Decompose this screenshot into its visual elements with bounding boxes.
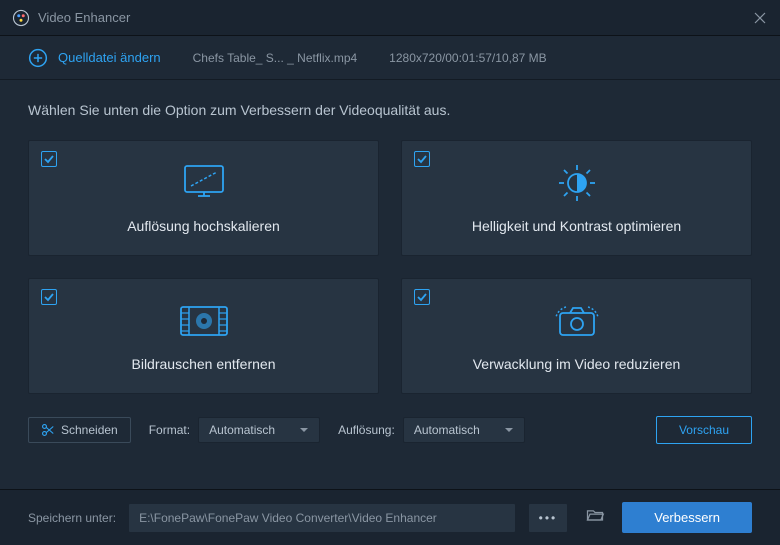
option-upscale[interactable]: Auflösung hochskalieren [28,140,379,256]
filename: Chefs Table_ S... _ Netflix.mp4 [193,51,358,65]
save-path-value: E:\FonePaw\FonePaw Video Converter\Video… [139,511,437,525]
cut-label: Schneiden [61,423,118,437]
camera-shake-icon [552,300,602,342]
option-shake-label: Verwacklung im Video reduzieren [473,356,681,372]
file-info: 1280x720/00:01:57/10,87 MB [389,51,546,65]
enhance-label: Verbessern [654,510,720,525]
checkbox-upscale[interactable] [41,151,57,167]
enhance-button[interactable]: Verbessern [622,502,752,533]
sun-contrast-icon [555,162,599,204]
open-folder-button[interactable] [580,500,610,535]
close-button[interactable] [752,10,768,26]
option-brightness[interactable]: Helligkeit und Kontrast optimieren [401,140,752,256]
monitor-upscale-icon [181,162,227,204]
bottombar: Speichern unter: E:\FonePaw\FonePaw Vide… [0,489,780,545]
options-grid: Auflösung hochskalieren Helligkeit und K… [28,140,752,394]
resolution-value: Automatisch [414,423,480,437]
checkbox-noise[interactable] [41,289,57,305]
scissors-icon [41,423,55,437]
browse-button[interactable]: ••• [528,503,569,533]
controls-row: Schneiden Format: Automatisch Auflösung:… [0,394,780,466]
option-noise-label: Bildrauschen entfernen [132,356,276,372]
app-icon [12,9,30,27]
chevron-down-icon [299,425,309,435]
change-source-label: Quelldatei ändern [58,50,161,65]
format-label: Format: [149,423,190,437]
format-select[interactable]: Automatisch [198,417,320,443]
filebar: Quelldatei ändern Chefs Table_ S... _ Ne… [0,36,780,80]
save-label: Speichern unter: [28,511,116,525]
preview-button[interactable]: Vorschau [656,416,752,444]
option-upscale-label: Auflösung hochskalieren [127,218,280,234]
plus-circle-icon [28,48,48,68]
option-shake[interactable]: Verwacklung im Video reduzieren [401,278,752,394]
chevron-down-icon [504,425,514,435]
option-noise[interactable]: Bildrauschen entfernen [28,278,379,394]
cut-button[interactable]: Schneiden [28,417,131,443]
format-value: Automatisch [209,423,275,437]
change-source-button[interactable]: Quelldatei ändern [28,48,161,68]
checkbox-brightness[interactable] [414,151,430,167]
folder-open-icon [585,505,605,525]
checkbox-shake[interactable] [414,289,430,305]
film-noise-icon [177,300,231,342]
app-title: Video Enhancer [38,10,752,25]
preview-label: Vorschau [679,423,729,437]
instruction-text: Wählen Sie unten die Option zum Verbesse… [28,102,752,118]
resolution-select[interactable]: Automatisch [403,417,525,443]
option-brightness-label: Helligkeit und Kontrast optimieren [472,218,681,234]
resolution-label: Auflösung: [338,423,395,437]
titlebar: Video Enhancer [0,0,780,36]
save-path-input[interactable]: E:\FonePaw\FonePaw Video Converter\Video… [128,503,516,533]
